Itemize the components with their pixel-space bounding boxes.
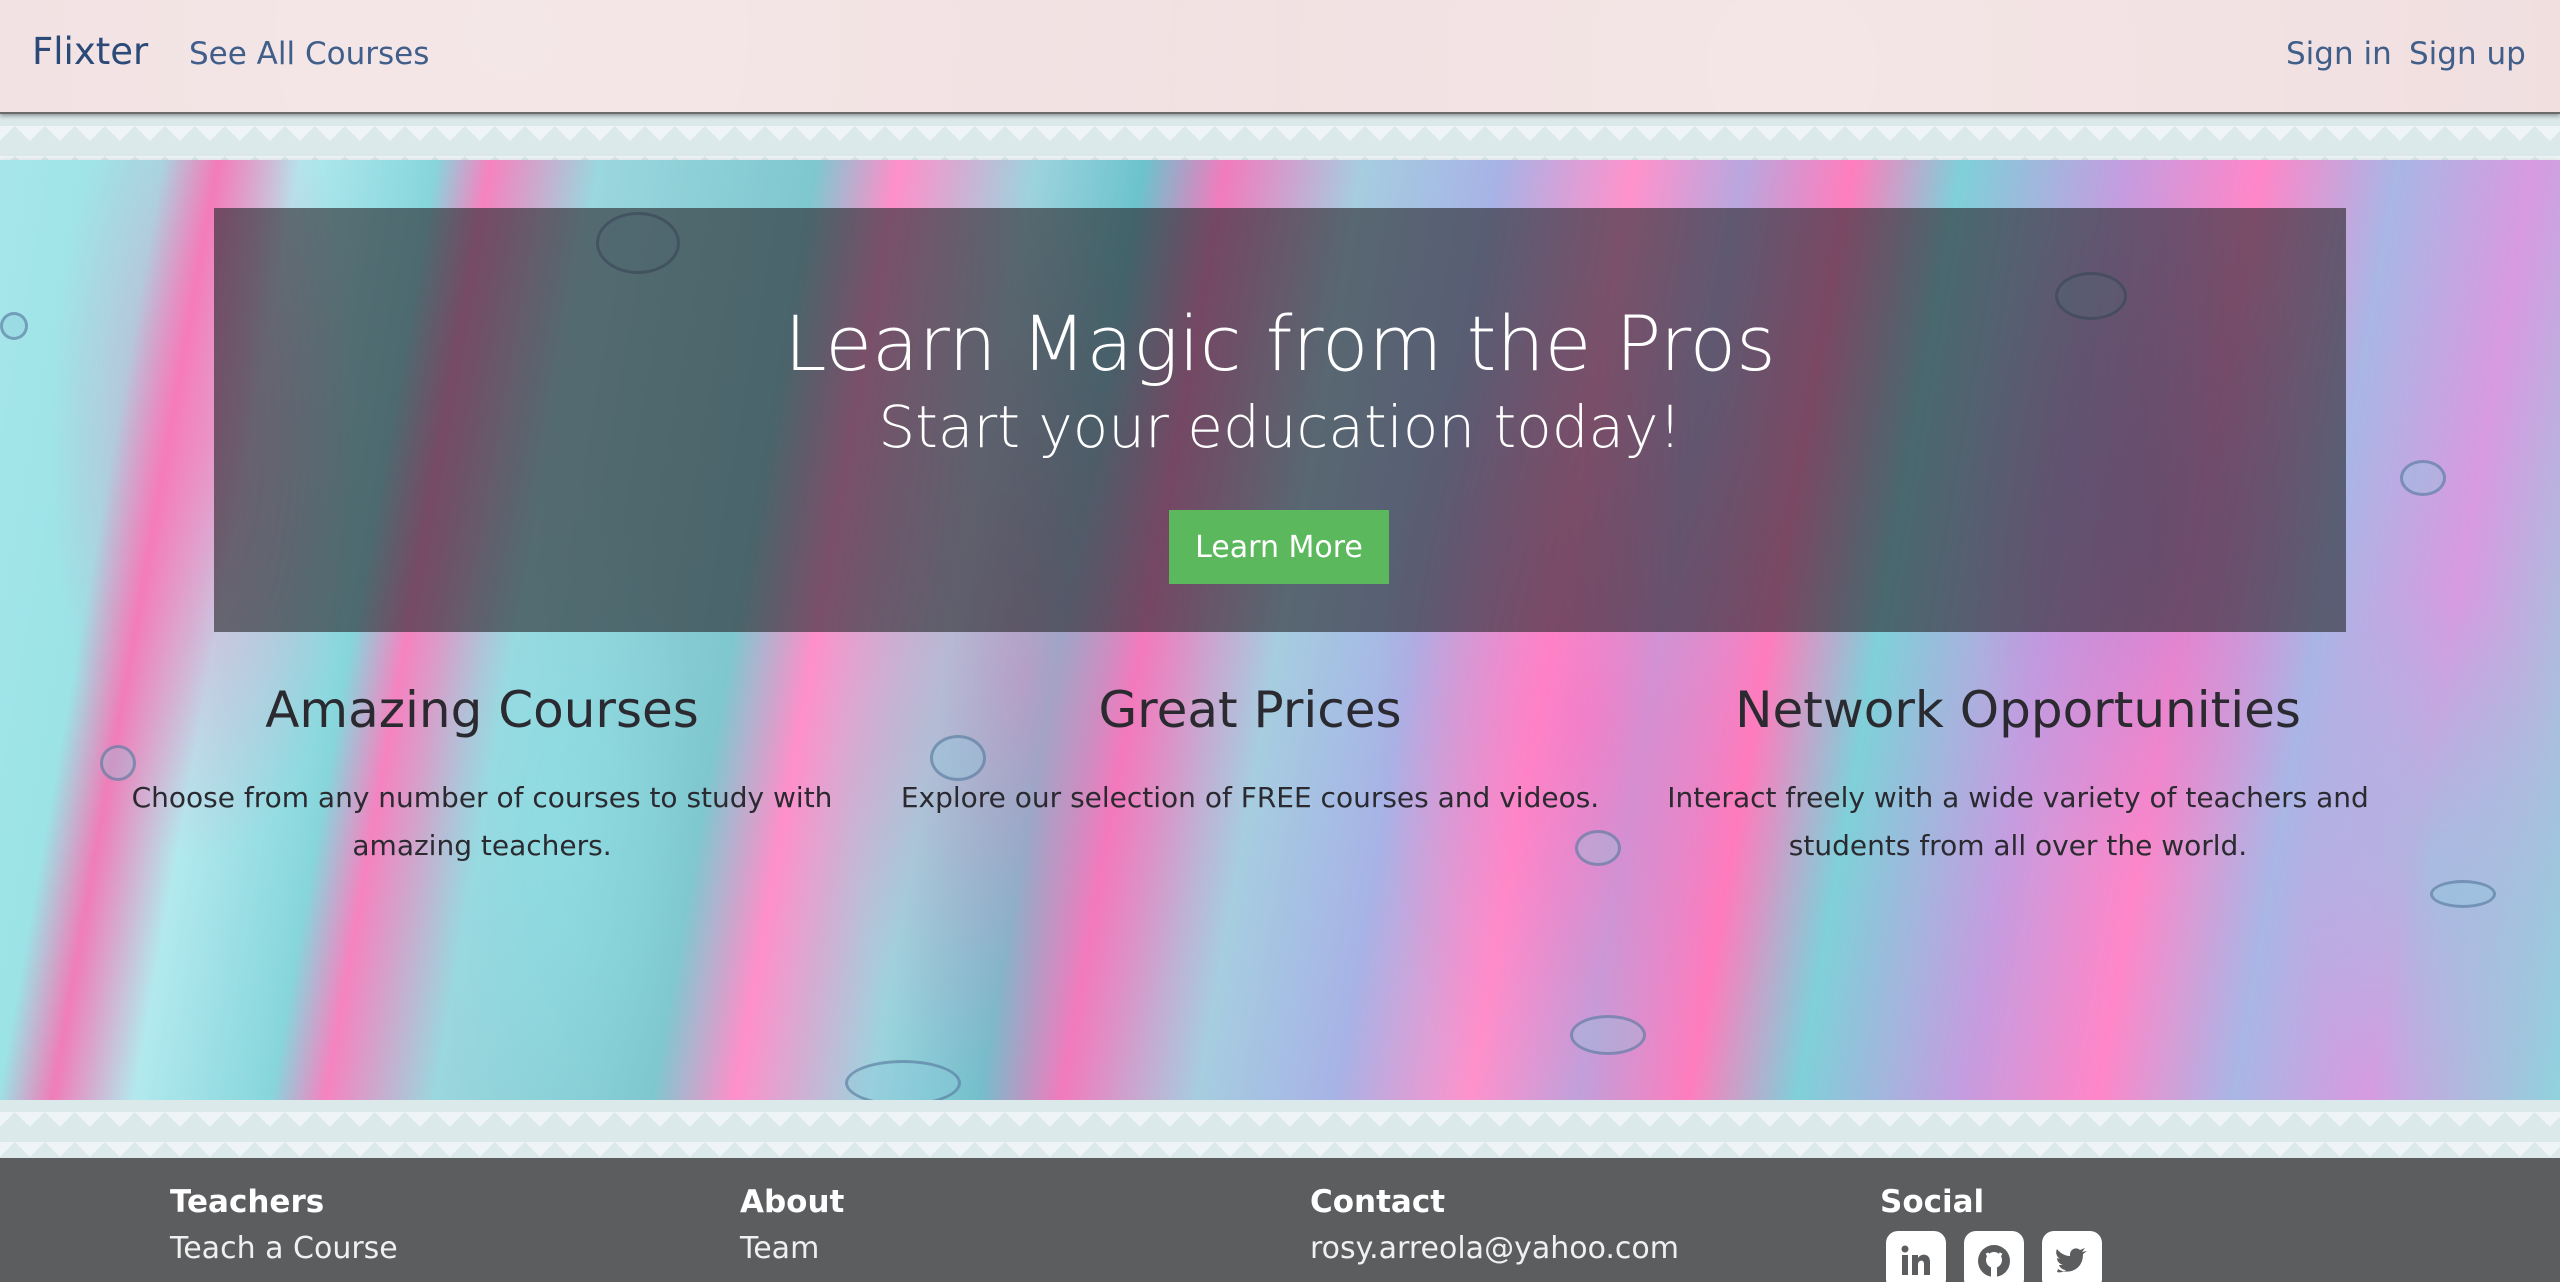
hero-title: Learn Magic from the Pros	[784, 299, 1776, 388]
hero-jumbotron: Learn Magic from the Pros Start your edu…	[214, 208, 2346, 632]
twitter-icon[interactable]	[2042, 1231, 2102, 1282]
feature-network-opportunities: Network Opportunities Interact freely wi…	[1658, 680, 2378, 869]
decorative-pattern-strip	[0, 1100, 2560, 1158]
hero-section: Learn Magic from the Pros Start your edu…	[0, 160, 2560, 1100]
footer-heading: Contact	[1310, 1184, 1446, 1220]
teach-a-course-link[interactable]: Teach a Course	[170, 1231, 398, 1267]
footer-column-contact: Contact rosy.arreola@yahoo.com	[1310, 1184, 1679, 1267]
see-all-courses-link[interactable]: See All Courses	[189, 36, 429, 72]
learn-more-button[interactable]: Learn More	[1169, 510, 1389, 584]
decorative-bubble	[2400, 460, 2446, 496]
footer-column-social: Social	[1880, 1184, 2102, 1282]
top-navbar: Flixter See All Courses Sign in Sign up	[0, 0, 2560, 114]
brand-logo-link[interactable]: Flixter	[32, 30, 148, 73]
feature-heading: Network Opportunities	[1735, 681, 2301, 739]
decorative-bubble	[1575, 830, 1621, 866]
footer-column-teachers: Teachers Teach a Course	[170, 1184, 398, 1267]
footer-column-about: About Team	[740, 1184, 844, 1267]
decorative-bubble	[845, 1060, 961, 1100]
team-link[interactable]: Team	[740, 1231, 844, 1267]
footer-heading: Social	[1880, 1184, 1985, 1220]
sign-in-link[interactable]: Sign in	[2286, 36, 2392, 72]
decorative-bubble	[1570, 1015, 1646, 1055]
feature-heading: Great Prices	[1098, 681, 1402, 739]
linkedin-icon[interactable]	[1886, 1231, 1946, 1282]
github-icon[interactable]	[1964, 1231, 2024, 1282]
page-footer: Teachers Teach a Course About Team Conta…	[0, 1158, 2560, 1282]
feature-text: Choose from any number of courses to stu…	[131, 781, 833, 862]
footer-heading: Teachers	[170, 1184, 325, 1220]
decorative-bubble	[2430, 880, 2496, 908]
decorative-pattern-strip	[0, 114, 2560, 160]
footer-heading: About	[740, 1184, 845, 1220]
feature-text: Explore our selection of FREE courses an…	[900, 781, 1600, 814]
sign-up-link[interactable]: Sign up	[2409, 36, 2526, 72]
social-icons	[1886, 1231, 2102, 1282]
hero-subtitle: Start your education today!	[878, 393, 1682, 461]
contact-email-link[interactable]: rosy.arreola@yahoo.com	[1310, 1231, 1679, 1267]
feature-heading: Amazing Courses	[265, 681, 699, 739]
decorative-bubble	[0, 312, 28, 340]
feature-text: Interact freely with a wide variety of t…	[1667, 781, 2369, 862]
feature-great-prices: Great Prices Explore our selection of FR…	[890, 680, 1610, 822]
feature-amazing-courses: Amazing Courses Choose from any number o…	[122, 680, 842, 869]
